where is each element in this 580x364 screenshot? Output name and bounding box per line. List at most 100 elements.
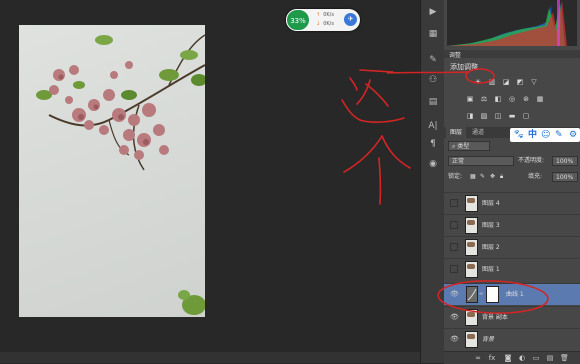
layers-bottom-bar: ∞ fx ◙ ◐ ▭ ▤ 🗑︎: [444, 351, 580, 364]
layer-name: 背景 副本: [482, 314, 508, 321]
layer-name: 图层 4: [482, 200, 500, 207]
blend-mode-select[interactable]: 正常: [448, 156, 514, 166]
info-panel-icon[interactable]: ▦: [426, 28, 440, 40]
layer-row-3[interactable]: 图层 3: [444, 214, 580, 236]
threshold-icon[interactable]: ◫: [494, 112, 502, 120]
opacity-label: 不透明度:: [518, 157, 545, 164]
curves-icon[interactable]: ◪: [502, 78, 510, 86]
add-mask-icon[interactable]: ◙: [504, 354, 512, 362]
black-white-icon[interactable]: ◧: [494, 95, 502, 103]
hue-saturation-icon[interactable]: ▣: [466, 95, 474, 103]
layer-thumbnail: [465, 195, 478, 212]
photo-artboard[interactable]: [19, 25, 205, 317]
histogram-graph: [447, 0, 567, 46]
layer-thumbnail: [465, 217, 478, 234]
layer-row-curves[interactable]: 👁︎ ∞ 曲线 1: [444, 283, 580, 305]
fill-input[interactable]: 100%: [552, 172, 578, 182]
layer-name: 图层 2: [482, 244, 500, 251]
eye-icon[interactable]: 👁︎: [450, 313, 459, 322]
layer-row-background[interactable]: 👁︎ 背景: [444, 328, 580, 350]
new-adjustment-icon[interactable]: ◐: [518, 354, 526, 362]
curves-adjustment-icon: [466, 286, 478, 303]
layer-name: 背景: [482, 336, 495, 343]
gradient-map-icon[interactable]: ▬: [508, 112, 516, 120]
emoji-icon[interactable]: ☺: [541, 129, 550, 141]
vibrance-icon[interactable]: ▽: [530, 78, 538, 86]
visibility-toggle[interactable]: [450, 221, 458, 229]
selective-color-icon[interactable]: ▢: [522, 112, 530, 120]
visibility-toggle[interactable]: [450, 265, 458, 273]
fx-icon[interactable]: fx: [488, 354, 496, 362]
lock-pixels-icon[interactable]: ✎: [480, 172, 485, 182]
tab-layers[interactable]: 图层: [446, 127, 467, 138]
3d-icon[interactable]: ◉: [426, 158, 440, 170]
link-layers-icon[interactable]: ∞: [474, 354, 482, 362]
new-layer-icon[interactable]: ▤: [546, 354, 554, 362]
lock-position-icon[interactable]: ✥: [490, 172, 495, 182]
lock-all-icon[interactable]: 🔒︎: [500, 172, 503, 182]
visibility-toggle[interactable]: [450, 199, 458, 207]
layer-row-background-copy[interactable]: 👁︎ 背景 副本: [444, 306, 580, 328]
download-arrow-icon: ↓: [316, 21, 321, 27]
layer-filter-select[interactable]: ⌕ 类型: [448, 141, 490, 151]
ime-toolbar[interactable]: 🐾︎ 中 ☺ ✎ ⚙: [510, 128, 580, 142]
layer-row-4[interactable]: 图层 4: [444, 192, 580, 214]
download-speed: ↓ 0K/s: [316, 21, 334, 27]
adjustments-tab[interactable]: 调整: [449, 50, 461, 59]
tab-channels[interactable]: 通道: [468, 127, 488, 138]
layer-name: 曲线 1: [506, 291, 524, 298]
panel-icon-strip: ▶ ▦ ✎ ⚇ ▤ A| ¶ ◉: [420, 0, 445, 363]
brush-icon[interactable]: ✎: [426, 54, 440, 66]
trash-icon[interactable]: 🗑︎: [560, 354, 569, 362]
color-balance-icon[interactable]: ⚖: [480, 95, 488, 103]
layer-mask-thumbnail[interactable]: [486, 286, 499, 303]
color-lookup-icon[interactable]: ▦: [536, 95, 544, 103]
layer-thumbnail: [465, 331, 478, 348]
new-group-icon[interactable]: ▭: [532, 354, 540, 362]
link-chain-icon[interactable]: ∞: [479, 289, 483, 299]
right-panel: 调整 添加调整 ☀ ▥ ◪ ◩ ▽ ▣ ⚖ ◧ ◎ ⊛ ▦ ◨ ▨ ◫ ▬ ▢ …: [444, 0, 580, 364]
paw-icon[interactable]: 🐾︎: [513, 129, 524, 141]
lock-label: 锁定:: [448, 173, 463, 180]
exposure-icon[interactable]: ◩: [516, 78, 524, 86]
channel-mixer-icon[interactable]: ⊛: [522, 95, 530, 103]
layer-row-1[interactable]: 图层 1: [444, 258, 580, 280]
eye-icon[interactable]: 👁︎: [450, 290, 459, 299]
speed-boost-icon[interactable]: ✈: [344, 13, 357, 26]
eye-icon[interactable]: 👁︎: [450, 335, 459, 344]
histogram: [447, 0, 577, 46]
upload-arrow-icon: ↑: [316, 12, 321, 18]
character-icon[interactable]: A|: [426, 120, 440, 132]
play-action-icon[interactable]: ▶: [426, 6, 440, 18]
layer-row-2[interactable]: 图层 2: [444, 236, 580, 258]
opacity-input[interactable]: 100%: [552, 156, 578, 166]
network-speed-widget[interactable]: 33% ↑ 0K/s ↓ 0K/s ✈: [286, 9, 360, 31]
layer-thumbnail: [465, 239, 478, 256]
layer-thumbnail: [465, 261, 478, 278]
add-adjustment-label: 添加调整: [450, 63, 478, 71]
cpu-percent-badge: 33%: [286, 9, 310, 31]
settings-icon[interactable]: ⚙: [569, 129, 577, 141]
paragraph-icon[interactable]: ¶: [426, 138, 440, 150]
levels-icon[interactable]: ▥: [488, 78, 496, 86]
lock-transparency-icon[interactable]: ▦: [470, 172, 476, 182]
fill-label: 填充:: [528, 173, 543, 180]
posterize-icon[interactable]: ▨: [480, 112, 488, 120]
brightness-icon[interactable]: ☀: [474, 78, 482, 86]
visibility-toggle[interactable]: [450, 243, 458, 251]
blend-row: 正常 不透明度: 100%: [444, 156, 580, 168]
properties-icon[interactable]: ▤: [426, 96, 440, 108]
layer-name: 图层 3: [482, 222, 500, 229]
cherry-blossom-photo: [36, 34, 205, 315]
pen-icon[interactable]: ✎: [555, 129, 563, 141]
invert-icon[interactable]: ◨: [466, 112, 474, 120]
lock-row: 锁定: ▦ ✎ ✥ 🔒︎ 填充: 100%: [444, 172, 580, 184]
layer-thumbnail: [465, 309, 478, 326]
photo-filter-icon[interactable]: ◎: [508, 95, 516, 103]
canvas-status-bar: [0, 352, 420, 363]
layer-name: 图层 1: [482, 266, 500, 273]
adjustments-tab-bar[interactable]: 调整: [444, 50, 580, 59]
clone-source-icon[interactable]: ⚇: [426, 74, 440, 86]
ime-chinese-mode[interactable]: 中: [528, 129, 537, 141]
document-canvas[interactable]: [0, 0, 420, 363]
